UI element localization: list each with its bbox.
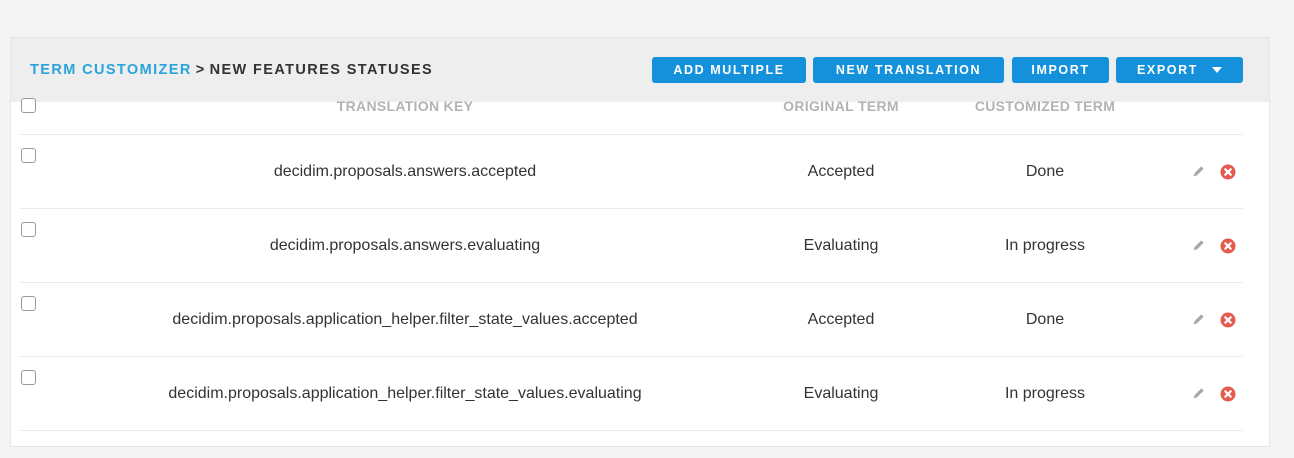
row-actions bbox=[1159, 238, 1243, 254]
translation-key-cell: decidim.proposals.application_helper.fil… bbox=[59, 282, 751, 357]
customized-term-cell: Done bbox=[931, 134, 1159, 209]
breadcrumb-term-customizer-link[interactable]: TERM CUSTOMIZER bbox=[30, 62, 192, 78]
export-button-label: EXPORT bbox=[1137, 63, 1198, 77]
table-row: decidim.proposals.application_helper.fil… bbox=[19, 356, 1243, 431]
breadcrumb: TERM CUSTOMIZER > NEW FEATURES STATUSES bbox=[30, 62, 433, 78]
pencil-icon[interactable] bbox=[1191, 238, 1206, 253]
table-header-row: TRANSLATION KEY ORIGINAL TERM CUSTOMIZED… bbox=[19, 94, 1243, 135]
row-actions bbox=[1159, 386, 1243, 402]
select-all-checkbox[interactable] bbox=[21, 98, 36, 113]
pencil-icon[interactable] bbox=[1191, 312, 1206, 327]
row-checkbox[interactable] bbox=[21, 370, 36, 385]
pencil-icon[interactable] bbox=[1191, 386, 1206, 401]
add-multiple-button[interactable]: ADD MULTIPLE bbox=[652, 57, 806, 83]
row-checkbox[interactable] bbox=[21, 296, 36, 311]
card-header: TERM CUSTOMIZER > NEW FEATURES STATUSES AD… bbox=[11, 38, 1269, 102]
table-row: decidim.proposals.answers.evaluating Eval… bbox=[19, 208, 1243, 283]
translation-key-cell: decidim.proposals.application_helper.fil… bbox=[59, 356, 751, 431]
original-term-cell: Accepted bbox=[751, 282, 931, 357]
column-header-translation-key: TRANSLATION KEY bbox=[59, 94, 751, 135]
row-checkbox[interactable] bbox=[21, 148, 36, 163]
row-actions bbox=[1159, 164, 1243, 180]
translation-key-cell: decidim.proposals.answers.evaluating bbox=[59, 208, 751, 283]
caret-down-icon bbox=[1212, 67, 1222, 73]
translation-key-cell: decidim.proposals.answers.accepted bbox=[59, 134, 751, 209]
breadcrumb-current: NEW FEATURES STATUSES bbox=[209, 62, 434, 78]
remove-circle-icon[interactable] bbox=[1220, 238, 1236, 254]
column-header-customized-term: CUSTOMIZED TERM bbox=[931, 94, 1159, 135]
remove-circle-icon[interactable] bbox=[1220, 164, 1236, 180]
table-body: decidim.proposals.answers.accepted Accept… bbox=[19, 134, 1243, 431]
export-button[interactable]: EXPORT bbox=[1116, 57, 1243, 83]
row-actions bbox=[1159, 312, 1243, 328]
remove-circle-icon[interactable] bbox=[1220, 312, 1236, 328]
original-term-cell: Evaluating bbox=[751, 356, 931, 431]
new-translation-button[interactable]: NEW TRANSLATION bbox=[813, 57, 1004, 83]
breadcrumb-separator: > bbox=[195, 62, 206, 78]
translations-table: TRANSLATION KEY ORIGINAL TERM CUSTOMIZED… bbox=[19, 94, 1243, 431]
customized-term-cell: Done bbox=[931, 282, 1159, 357]
remove-circle-icon[interactable] bbox=[1220, 386, 1236, 402]
original-term-cell: Evaluating bbox=[751, 208, 931, 283]
column-header-original-term: ORIGINAL TERM bbox=[751, 94, 931, 135]
table-row: decidim.proposals.application_helper.fil… bbox=[19, 282, 1243, 357]
pencil-icon[interactable] bbox=[1191, 164, 1206, 179]
table-row: decidim.proposals.answers.accepted Accept… bbox=[19, 134, 1243, 209]
original-term-cell: Accepted bbox=[751, 134, 931, 209]
customized-term-cell: In progress bbox=[931, 208, 1159, 283]
row-checkbox[interactable] bbox=[21, 222, 36, 237]
customized-term-cell: In progress bbox=[931, 356, 1159, 431]
import-button[interactable]: IMPORT bbox=[1012, 57, 1109, 83]
